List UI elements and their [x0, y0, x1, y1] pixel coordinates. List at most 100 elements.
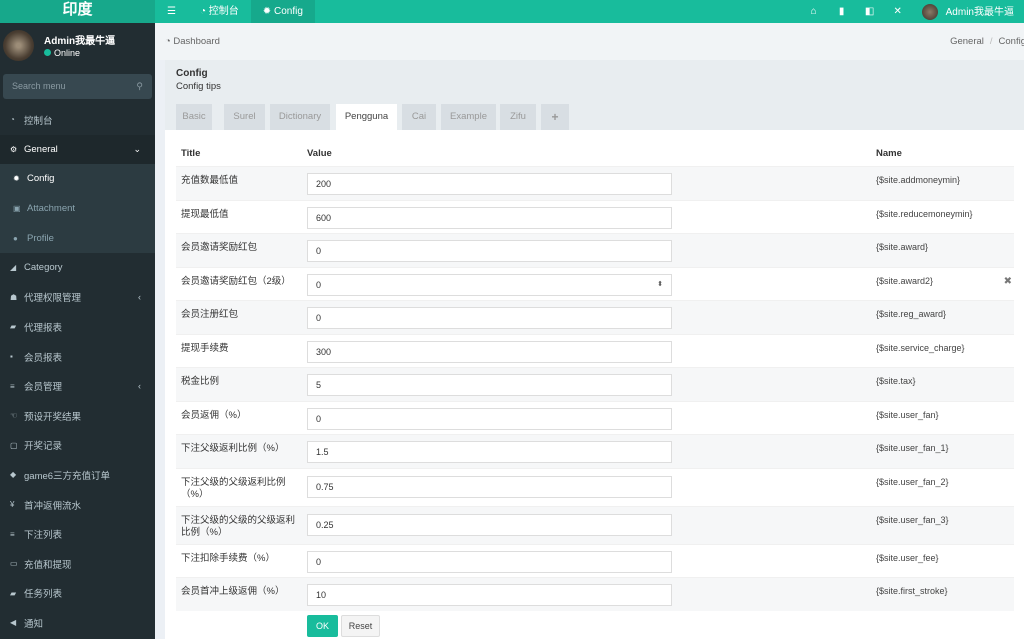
row-title: 下注扣除手续费（%）: [181, 552, 275, 564]
chevron-left-icon: ‹: [138, 381, 141, 392]
sidebar-item-6[interactable]: ≡ 会员管理 ‹: [0, 371, 155, 401]
value-input[interactable]: 300: [307, 340, 672, 363]
row-title: 会员邀请奖励红包: [181, 242, 258, 253]
value-input[interactable]: 0: [307, 550, 672, 573]
page-tips: Config tips: [176, 81, 221, 92]
sidebar-item-config[interactable]: ✹ Config: [0, 164, 155, 194]
reset-button[interactable]: Reset: [341, 615, 380, 637]
online-dot-icon: [44, 49, 51, 56]
sidebar-item-8[interactable]: ▢ 开奖记录: [0, 431, 155, 461]
users-icon: ☗: [10, 292, 18, 302]
table-row: 充值数最低值 200 {$site.addmoneymin}: [176, 166, 1014, 200]
list-icon: ≡: [10, 529, 15, 539]
submenu-general: ✹ Config ▣ Attachment ● Profile: [0, 164, 155, 253]
sidebar-item-11[interactable]: ≡ 下注列表: [0, 519, 155, 549]
row-variable-name: {$site.award}: [876, 242, 929, 252]
book-icon: ▰: [10, 588, 17, 598]
chevron-left-icon: ‹: [138, 292, 141, 303]
sidebar-item-13[interactable]: ▰ 任务列表: [0, 579, 155, 609]
breadcrumb-home[interactable]: ◔ Dashboard: [165, 36, 220, 47]
row-variable-name: {$site.tax}: [876, 376, 916, 386]
sidebar: Admin我最牛逼 Online Search menu ⚲ ◔ 控制台 ⚙ Gener…: [0, 23, 155, 639]
tab-zifu[interactable]: Zifu: [500, 104, 536, 130]
search-menu-input[interactable]: Search menu ⚲: [3, 74, 152, 99]
tab-example[interactable]: Example: [441, 104, 496, 130]
value-input[interactable]: 10: [307, 584, 672, 606]
delete-icon[interactable]: ✖: [1004, 276, 1012, 287]
tab-dictionary[interactable]: Dictionary: [270, 104, 330, 130]
user-menu[interactable]: Admin我最牛逼: [912, 3, 1024, 21]
value-input[interactable]: 0: [307, 407, 672, 430]
language-icon[interactable]: ◧: [856, 6, 884, 17]
value-input[interactable]: 0: [307, 307, 672, 329]
number-spinner-icon[interactable]: ⬍: [657, 275, 663, 295]
tab-dashboard[interactable]: ◔ 控制台: [188, 0, 251, 23]
sidebar-item-general[interactable]: ⚙ General ⌄: [0, 134, 155, 165]
tab-cai[interactable]: Cai: [402, 104, 436, 130]
sidebar-item-0[interactable]: ◔ 控制台: [0, 105, 155, 135]
value-input[interactable]: 0.25: [307, 513, 672, 536]
config-form: Title Value Name 充值数最低值 200 {$site.addmone…: [165, 130, 1024, 639]
avatar: [921, 4, 938, 21]
table-row: 会员邀请奖励红包 0 {$site.award}: [176, 233, 1014, 267]
add-tab-button[interactable]: +: [541, 104, 569, 130]
user-panel: Admin我最牛逼 Online: [0, 23, 155, 68]
leaf-icon: ◢: [10, 263, 17, 273]
home-icon[interactable]: ⌂: [800, 6, 828, 17]
tab-pengguna[interactable]: Pengguna: [336, 104, 397, 130]
table-row: 下注父级的父级返利比例（%） 0.75 {$site.user_fan_2}: [176, 467, 1014, 506]
search-icon[interactable]: ⚲: [136, 74, 143, 99]
breadcrumb-separator: /: [989, 36, 993, 47]
value-input[interactable]: 1.5: [307, 441, 672, 463]
sidebar-item-3[interactable]: ☗ 代理权限管理 ‹: [0, 283, 155, 313]
user-status: Online: [44, 48, 80, 58]
sidebar-item-profile[interactable]: ● Profile: [0, 223, 155, 253]
row-variable-name: {$site.first_stroke}: [876, 586, 948, 596]
tab-basic[interactable]: Basic: [176, 104, 212, 130]
sidebar-item-7[interactable]: ☜ 预设开奖结果: [0, 401, 155, 431]
sidebar-toggle-button[interactable]: ☰: [155, 0, 188, 23]
logo[interactable]: 印度: [0, 0, 155, 23]
value-input[interactable]: 0: [307, 240, 672, 262]
sidebar-item-14[interactable]: ◀ 通知: [0, 608, 155, 638]
row-variable-name: {$site.service_charge}: [876, 342, 965, 353]
value-input[interactable]: 0.75: [307, 475, 672, 498]
dashboard-icon: ◔: [10, 115, 15, 125]
trash-icon[interactable]: ▮: [828, 6, 856, 17]
table-row: 会员返佣（%） 0 {$site.user_fan}: [176, 400, 1014, 435]
value-input[interactable]: 0 ⬍: [307, 273, 672, 296]
value-input[interactable]: 5: [307, 374, 672, 396]
value-input[interactable]: 200: [307, 173, 672, 195]
tab-surel[interactable]: Surel: [224, 104, 265, 130]
breadcrumb-config: Config: [998, 36, 1024, 47]
row-title: 会员首冲上级返佣（%）: [181, 586, 285, 597]
breadcrumb-general[interactable]: General: [950, 36, 984, 47]
sidebar-item-category[interactable]: ◢ Category: [0, 253, 155, 283]
row-title: 税金比例: [181, 376, 220, 387]
column-header-value: Value: [307, 148, 332, 159]
table-row: 提现最低值 600 {$site.reducemoneymin}: [176, 199, 1014, 234]
row-variable-name: {$site.user_fan_1}: [876, 443, 949, 453]
sidebar-item-attachment[interactable]: ▣ Attachment: [0, 194, 155, 224]
row-variable-name: {$site.user_fan_2}: [876, 476, 949, 487]
sidebar-item-10[interactable]: ¥ 首冲返佣流水: [0, 490, 155, 520]
value-input[interactable]: 600: [307, 206, 672, 229]
row-variable-name: {$site.reg_award}: [876, 309, 947, 319]
page-title: Config: [176, 68, 208, 79]
user-icon: ●: [13, 233, 18, 243]
address-book-icon: ▪: [10, 352, 13, 362]
chevron-down-icon: ⌄: [133, 143, 141, 154]
sidebar-item-4[interactable]: ▰ 代理报表: [0, 312, 155, 342]
gear-icon: ✹: [13, 174, 20, 184]
ok-button[interactable]: OK: [307, 615, 338, 637]
fullscreen-icon[interactable]: ✕: [884, 6, 912, 17]
row-title: 提现手续费: [181, 342, 229, 354]
panel-heading: Config Config tips Basic Surel Dictionary P…: [165, 60, 1024, 130]
tab-config[interactable]: ✹ Config: [250, 0, 315, 23]
row-variable-name: {$site.user_fan_3}: [876, 514, 949, 525]
sidebar-item-12[interactable]: ▭ 充值和提现: [0, 549, 155, 579]
sidebar-item-9[interactable]: ◆ game6三方充值订单: [0, 460, 155, 490]
table-row: 提现手续费 300 {$site.service_charge}: [176, 333, 1014, 368]
sidebar-item-5[interactable]: ▪ 会员报表: [0, 342, 155, 372]
table-row: 下注父级的父级的父级返利比例（%） 0.25 {$site.user_fan_3}: [176, 505, 1014, 544]
